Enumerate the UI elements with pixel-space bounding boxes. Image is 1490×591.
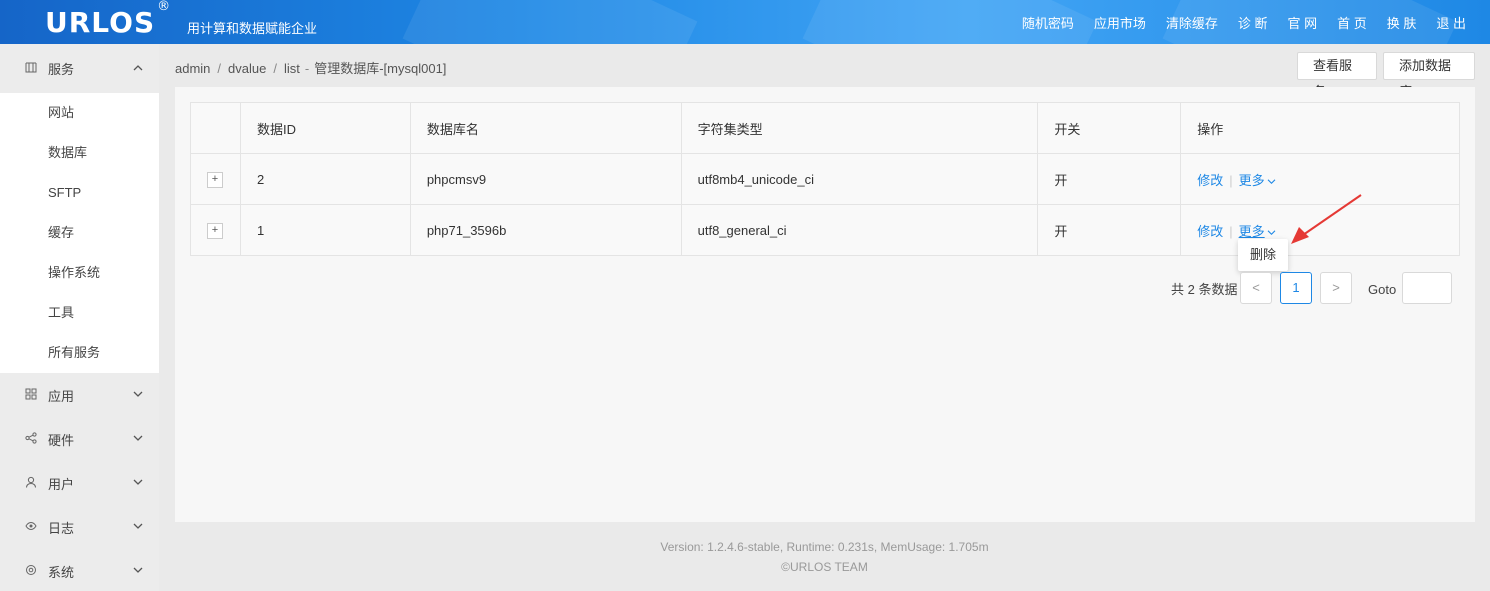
breadcrumb-list: list [283, 61, 300, 76]
annotation-arrow-icon [1291, 194, 1362, 244]
clear-cache-link[interactable]: 清除缓存 [1166, 13, 1218, 32]
sidebar-group-services[interactable]: 服务 [0, 44, 159, 93]
prev-page-button[interactable]: < [1240, 272, 1272, 304]
goto-page-input[interactable] [1402, 272, 1452, 304]
more-dropdown[interactable]: 更多 [1239, 173, 1276, 188]
more-dropdown[interactable]: 更多 [1239, 224, 1276, 239]
add-database-button[interactable]: 添加数据库 [1383, 52, 1475, 99]
top-header: URLOS ® 用计算和数据赋能企业 随机密码 应用市场 清除缓存 诊 断 官 网… [0, 0, 1490, 44]
sidebar-item-cache[interactable]: 缓存 [0, 213, 159, 253]
sidebar-group-label: 用户 [48, 476, 75, 492]
sidebar-group-label: 硬件 [48, 432, 75, 448]
chevron-down-icon [133, 521, 143, 533]
diagnose-link[interactable]: 诊 断 [1238, 13, 1268, 32]
breadcrumb-separator: / [217, 61, 222, 76]
breadcrumb-dvalue[interactable]: dvalue [228, 61, 266, 76]
share-icon [24, 431, 38, 447]
cell-switch: 开 [1037, 204, 1182, 256]
cell-charset: utf8mb4_unicode_ci [680, 153, 1039, 205]
sidebar-item-database[interactable]: 数据库 [0, 133, 159, 173]
cell-name: php71_3596b [409, 204, 682, 256]
official-site-link[interactable]: 官 网 [1288, 13, 1318, 32]
sidebar-item-os[interactable]: 操作系统 [0, 253, 159, 293]
eye-icon [24, 520, 38, 535]
header-actions: 操作 [1180, 102, 1460, 154]
sidebar-item-all-services[interactable]: 所有服务 [0, 333, 159, 373]
header-switch: 开关 [1037, 102, 1182, 154]
sidebar: 服务 网站 数据库 SFTP 缓存 操作系统 工具 所有服务 应用 硬件 用户 [0, 44, 159, 591]
gear-icon [24, 564, 38, 579]
action-separator: | [1229, 223, 1233, 239]
sidebar-group-label: 日志 [48, 520, 75, 536]
sidebar-item-tools[interactable]: 工具 [0, 293, 159, 333]
chevron-down-icon [133, 389, 143, 401]
chevron-down-icon [133, 477, 143, 489]
page-title: 管理数据库-[mysql001] [314, 61, 447, 76]
breadcrumb-admin[interactable]: admin [175, 61, 210, 76]
header-name: 数据库名 [409, 102, 682, 154]
cell-name: phpcmsv9 [409, 153, 682, 205]
services-submenu: 网站 数据库 SFTP 缓存 操作系统 工具 所有服务 [0, 93, 159, 373]
header-decoration [402, 0, 698, 44]
user-icon [24, 476, 38, 491]
next-page-button[interactable]: > [1320, 272, 1352, 304]
sidebar-group-label: 应用 [48, 388, 75, 404]
expand-row-button[interactable]: + [207, 223, 223, 239]
breadcrumb-separator: / [273, 61, 277, 76]
apps-icon [24, 388, 38, 403]
view-service-button[interactable]: 查看服务 [1297, 52, 1377, 99]
main-panel: 数据ID 数据库名 字符集类型 开关 操作 + 2 phpcmsv9 utf8m… [175, 87, 1475, 522]
sidebar-group-logs[interactable]: 日志 [0, 505, 159, 549]
cell-id: 1 [239, 204, 411, 256]
chevron-down-icon [133, 433, 143, 445]
chevron-down-icon [133, 565, 143, 577]
logo[interactable]: URLOS ® [45, 0, 171, 39]
grid-icon [24, 61, 38, 76]
database-table: 数据ID 数据库名 字符集类型 开关 操作 + 2 phpcmsv9 utf8m… [190, 102, 1460, 256]
sidebar-group-label: 系统 [48, 564, 75, 580]
action-separator: | [1229, 172, 1233, 188]
total-count: 共 2 条数据 [1171, 282, 1238, 297]
sidebar-group-hardware[interactable]: 硬件 [0, 417, 159, 461]
expand-row-button[interactable]: + [207, 172, 223, 188]
header-charset: 字符集类型 [680, 102, 1039, 154]
random-password-link[interactable]: 随机密码 [1022, 13, 1074, 32]
breadcrumb: admin / dvalue / list - 管理数据库-[mysql001] [175, 58, 446, 77]
page-1-button[interactable]: 1 [1280, 272, 1312, 304]
chevron-up-icon [133, 63, 143, 75]
edit-link[interactable]: 修改 [1197, 224, 1223, 239]
breadcrumb-dash: - [304, 61, 310, 76]
table-row: + 2 phpcmsv9 utf8mb4_unicode_ci 开 修改 | 更多 [190, 153, 1460, 205]
edit-link[interactable]: 修改 [1197, 173, 1223, 188]
goto-label: Goto [1368, 282, 1397, 297]
cell-id: 2 [239, 153, 411, 205]
sidebar-item-website[interactable]: 网站 [0, 93, 159, 133]
sidebar-group-system[interactable]: 系统 [0, 549, 159, 591]
sidebar-item-sftp[interactable]: SFTP [0, 173, 159, 213]
top-nav: 随机密码 应用市场 清除缓存 诊 断 官 网 首 页 换 肤 退 出 [1002, 0, 1466, 44]
table-header-row: 数据ID 数据库名 字符集类型 开关 操作 [190, 102, 1460, 154]
cell-charset: utf8_general_ci [680, 204, 1039, 256]
app-market-link[interactable]: 应用市场 [1094, 13, 1146, 32]
home-link[interactable]: 首 页 [1337, 13, 1367, 32]
slogan: 用计算和数据赋能企业 [187, 21, 318, 36]
chevron-down-icon [1267, 178, 1276, 184]
cell-switch: 开 [1037, 153, 1182, 205]
sidebar-group-label: 服务 [48, 62, 75, 77]
header-expand [190, 102, 241, 154]
logout-link[interactable]: 退 出 [1436, 13, 1466, 32]
sidebar-group-users[interactable]: 用户 [0, 461, 159, 505]
change-skin-link[interactable]: 换 肤 [1387, 13, 1417, 32]
footer-copyright: ©URLOS TEAM [781, 560, 868, 574]
header-id: 数据ID [239, 102, 411, 154]
footer-version: Version: 1.2.4.6-stable, Runtime: 0.231s… [660, 540, 989, 554]
sidebar-group-apps[interactable]: 应用 [0, 373, 159, 417]
